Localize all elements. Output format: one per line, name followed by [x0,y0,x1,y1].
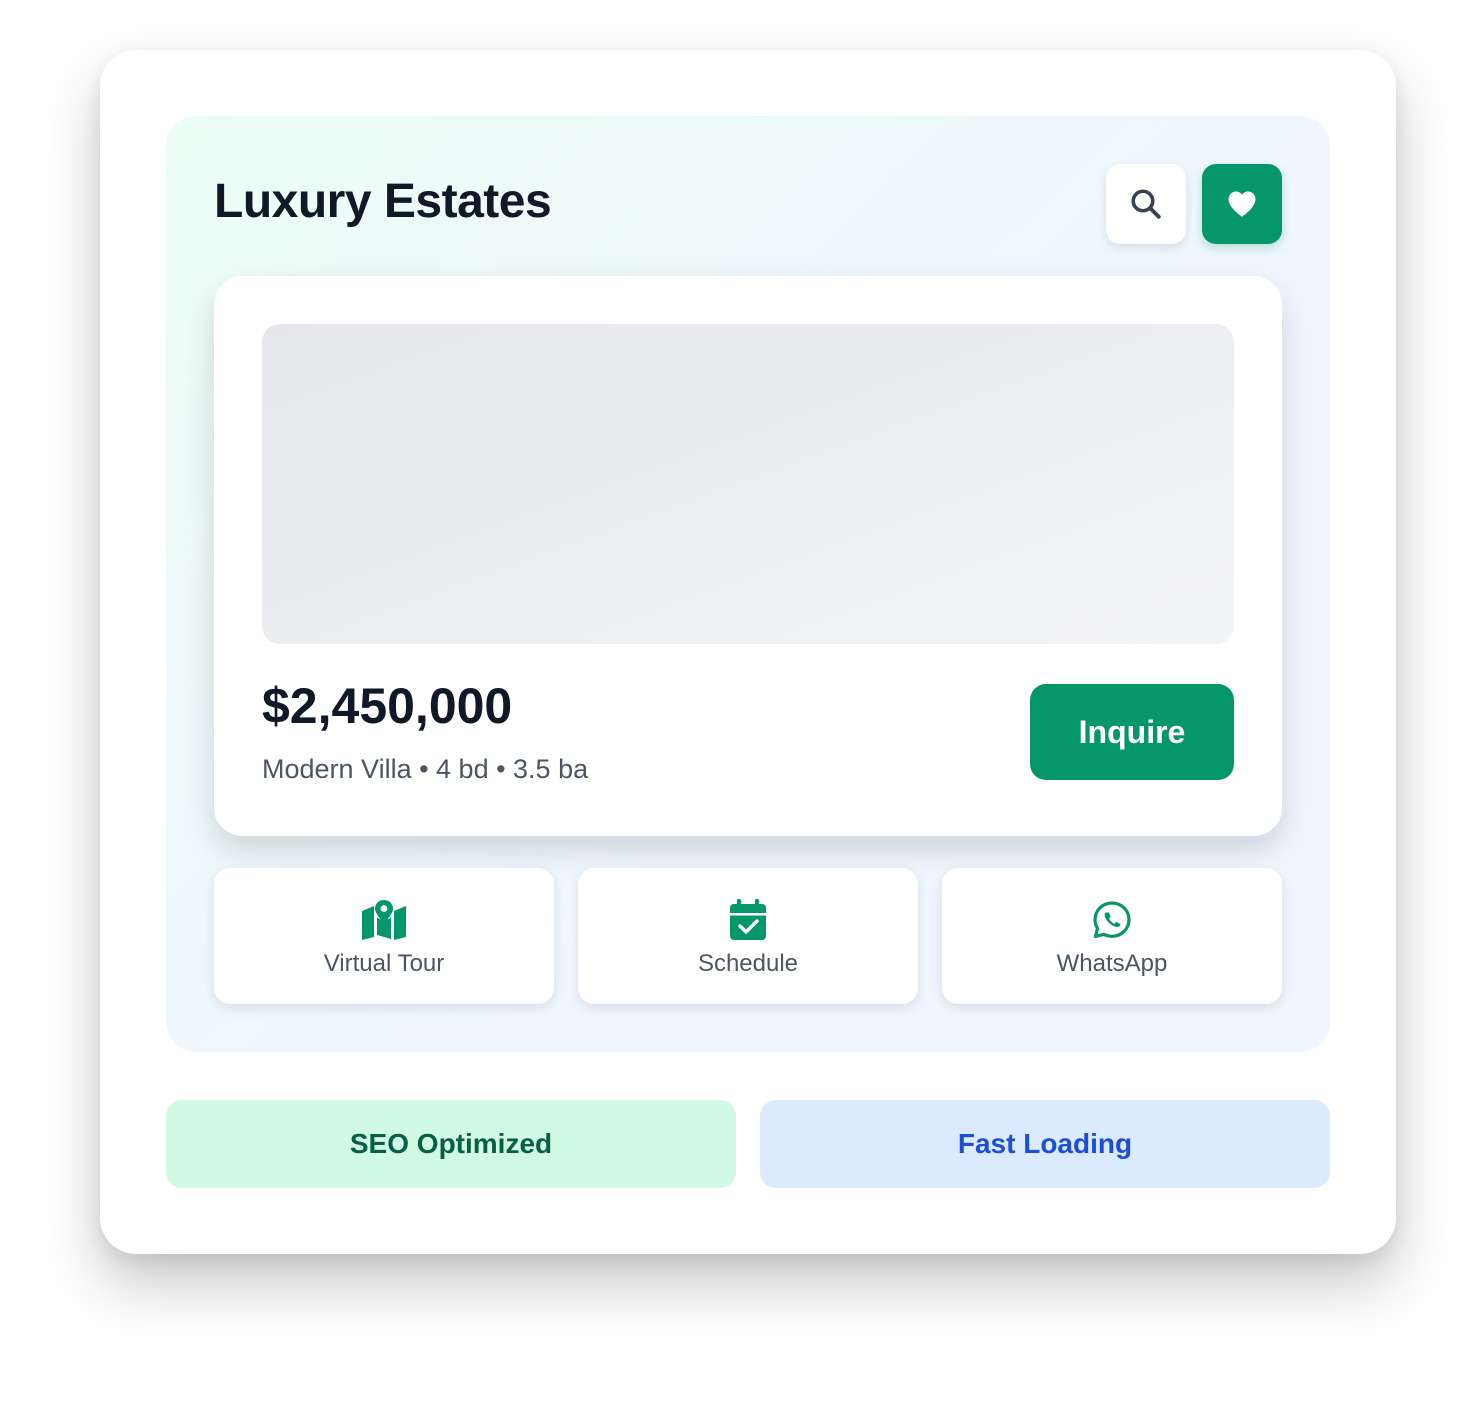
inquire-button[interactable]: Inquire [1030,684,1234,780]
map-pin-icon [214,898,554,942]
search-icon [1131,189,1161,219]
listing-image-placeholder [262,324,1234,644]
heart-icon [1228,191,1256,217]
virtual-tour-button[interactable]: Virtual Tour [214,868,554,1004]
listing-details: Modern Villa • 4 bd • 3.5 ba [262,754,589,784]
outer-card: Luxury Estates $2,450,000 Modern Villa •… [100,50,1396,1254]
listing-price: $2,450,000 [262,678,513,734]
schedule-label: Schedule [697,950,799,977]
brand-title: Luxury Estates [214,175,552,228]
whatsapp-label: WhatsApp [1056,950,1168,977]
hero-panel: Luxury Estates $2,450,000 Modern Villa •… [166,116,1330,1052]
favorite-button[interactable] [1202,164,1282,244]
seo-optimized-badge: SEO Optimized [166,1100,736,1188]
whatsapp-icon [942,898,1282,942]
calendar-check-icon [578,898,918,942]
whatsapp-button[interactable]: WhatsApp [942,868,1282,1004]
fast-loading-badge: Fast Loading [760,1100,1330,1188]
schedule-button[interactable]: Schedule [578,868,918,1004]
virtual-tour-label: Virtual Tour [323,950,445,977]
listing-card: $2,450,000 Modern Villa • 4 bd • 3.5 ba … [214,276,1282,836]
search-button[interactable] [1106,164,1186,244]
